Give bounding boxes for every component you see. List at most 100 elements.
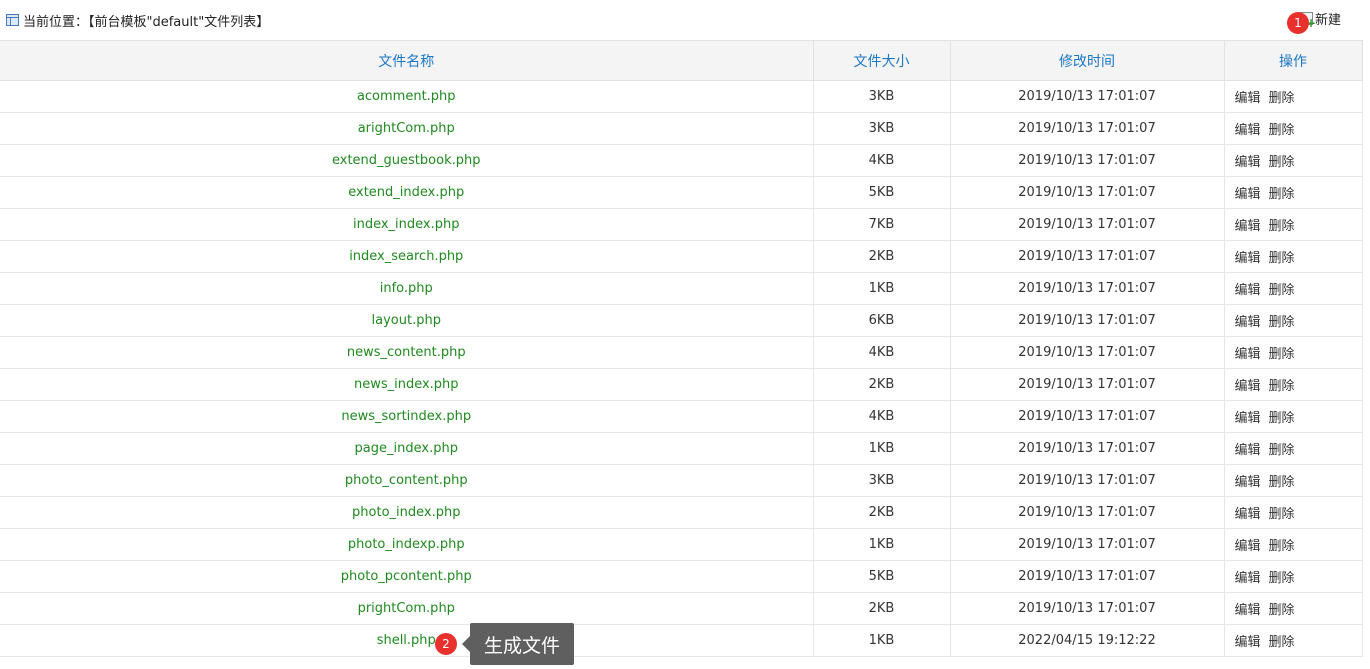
actions-cell: 编辑 删除 — [1224, 240, 1363, 273]
actions-cell: 编辑 删除 — [1224, 560, 1363, 593]
table-row: photo_content.php 3KB 2019/10/13 17:01:07 编… — [0, 464, 1363, 497]
modified-time-cell: 2019/10/13 17:01:07 — [950, 400, 1225, 433]
table-row: prightCom.php 2KB 2019/10/13 17:01:07 编辑 删除 — [0, 592, 1363, 625]
actions-cell: 编辑 删除 — [1224, 112, 1363, 145]
actions-cell: 编辑 删除 — [1224, 368, 1363, 401]
delete-link[interactable]: 删除 — [1269, 155, 1295, 170]
modified-time-cell: 2022/04/15 19:12:22 — [950, 624, 1225, 657]
edit-link[interactable]: 编辑 — [1235, 507, 1261, 522]
actions-cell: 编辑 删除 — [1224, 208, 1363, 241]
file-name-cell: index_search.php — [0, 240, 814, 273]
file-size-cell: 4KB — [813, 400, 951, 433]
step-badge-2: 2 — [435, 633, 457, 655]
modified-time-cell: 2019/10/13 17:01:07 — [950, 208, 1225, 241]
file-name-cell: index_index.php — [0, 208, 814, 241]
table-row: news_sortindex.php 4KB 2019/10/13 17:01:07… — [0, 400, 1363, 433]
file-name-cell: photo_pcontent.php — [0, 560, 814, 593]
modified-time-cell: 2019/10/13 17:01:07 — [950, 80, 1225, 113]
edit-link[interactable]: 编辑 — [1235, 539, 1261, 554]
breadcrumb: 当前位置：【前台模板"default"文件列表】 — [6, 12, 270, 30]
file-name-cell: shell.php — [0, 624, 814, 657]
file-name-cell: extend_guestbook.php — [0, 144, 814, 177]
edit-link[interactable]: 编辑 — [1235, 443, 1261, 458]
edit-link[interactable]: 编辑 — [1235, 347, 1261, 362]
edit-link[interactable]: 编辑 — [1235, 283, 1261, 298]
actions-cell: 编辑 删除 — [1224, 528, 1363, 561]
file-size-cell: 5KB — [813, 560, 951, 593]
delete-link[interactable]: 删除 — [1269, 219, 1295, 234]
actions-cell: 编辑 删除 — [1224, 176, 1363, 209]
edit-link[interactable]: 编辑 — [1235, 411, 1261, 426]
file-size-cell: 1KB — [813, 528, 951, 561]
file-size-cell: 2KB — [813, 368, 951, 401]
delete-link[interactable]: 删除 — [1269, 251, 1295, 266]
file-name-cell: prightCom.php — [0, 592, 814, 625]
delete-link[interactable]: 删除 — [1269, 187, 1295, 202]
edit-link[interactable]: 编辑 — [1235, 315, 1261, 330]
modified-time-cell: 2019/10/13 17:01:07 — [950, 592, 1225, 625]
actions-cell: 编辑 删除 — [1224, 624, 1363, 657]
file-size-cell: 3KB — [813, 464, 951, 497]
modified-time-cell: 2019/10/13 17:01:07 — [950, 304, 1225, 337]
edit-link[interactable]: 编辑 — [1235, 603, 1261, 618]
delete-link[interactable]: 删除 — [1269, 603, 1295, 618]
actions-cell: 编辑 删除 — [1224, 304, 1363, 337]
file-size-cell: 2KB — [813, 592, 951, 625]
table-row: photo_pcontent.php 5KB 2019/10/13 17:01:07… — [0, 560, 1363, 593]
actions-cell: 编辑 删除 — [1224, 400, 1363, 433]
file-name-cell: layout.php — [0, 304, 814, 337]
delete-link[interactable]: 删除 — [1269, 283, 1295, 298]
modified-time-cell: 2019/10/13 17:01:07 — [950, 112, 1225, 145]
delete-link[interactable]: 删除 — [1269, 571, 1295, 586]
actions-cell: 编辑 删除 — [1224, 592, 1363, 625]
breadcrumb-text: 当前位置：【前台模板"default"文件列表】 — [23, 14, 270, 30]
actions-cell: 编辑 删除 — [1224, 432, 1363, 465]
edit-link[interactable]: 编辑 — [1235, 219, 1261, 234]
delete-link[interactable]: 删除 — [1269, 507, 1295, 522]
delete-link[interactable]: 删除 — [1269, 379, 1295, 394]
top-bar: 当前位置：【前台模板"default"文件列表】 新建 — [0, 0, 1370, 40]
edit-link[interactable]: 编辑 — [1235, 571, 1261, 586]
file-size-cell: 4KB — [813, 144, 951, 177]
edit-link[interactable]: 编辑 — [1235, 379, 1261, 394]
modified-time-cell: 2019/10/13 17:01:07 — [950, 560, 1225, 593]
file-name-cell: news_content.php — [0, 336, 814, 369]
delete-link[interactable]: 删除 — [1269, 635, 1295, 650]
file-size-cell: 5KB — [813, 176, 951, 209]
actions-cell: 编辑 删除 — [1224, 144, 1363, 177]
table-icon — [6, 14, 19, 26]
header-actions: 操作 — [1224, 40, 1363, 81]
modified-time-cell: 2019/10/13 17:01:07 — [950, 432, 1225, 465]
file-name-cell: acomment.php — [0, 80, 814, 113]
edit-link[interactable]: 编辑 — [1235, 475, 1261, 490]
edit-link[interactable]: 编辑 — [1235, 155, 1261, 170]
file-name-cell: photo_content.php — [0, 464, 814, 497]
delete-link[interactable]: 删除 — [1269, 347, 1295, 362]
file-name-cell: news_index.php — [0, 368, 814, 401]
edit-link[interactable]: 编辑 — [1235, 187, 1261, 202]
table-row: index_search.php 2KB 2019/10/13 17:01:07 编辑… — [0, 240, 1363, 273]
file-size-cell: 1KB — [813, 272, 951, 305]
modified-time-cell: 2019/10/13 17:01:07 — [950, 528, 1225, 561]
delete-link[interactable]: 删除 — [1269, 411, 1295, 426]
delete-link[interactable]: 删除 — [1269, 123, 1295, 138]
edit-link[interactable]: 编辑 — [1235, 91, 1261, 106]
edit-link[interactable]: 编辑 — [1235, 251, 1261, 266]
file-size-cell: 7KB — [813, 208, 951, 241]
edit-link[interactable]: 编辑 — [1235, 635, 1261, 650]
header-file-name: 文件名称 — [0, 40, 814, 81]
table-row: news_index.php 2KB 2019/10/13 17:01:07 编辑 删除 — [0, 368, 1363, 401]
table-row: acomment.php 3KB 2019/10/13 17:01:07 编辑 删除 — [0, 80, 1363, 113]
delete-link[interactable]: 删除 — [1269, 539, 1295, 554]
delete-link[interactable]: 删除 — [1269, 443, 1295, 458]
actions-cell: 编辑 删除 — [1224, 336, 1363, 369]
file-name-cell: news_sortindex.php — [0, 400, 814, 433]
new-file-label: 新建 — [1315, 13, 1342, 28]
table-row: extend_index.php 5KB 2019/10/13 17:01:07 编辑… — [0, 176, 1363, 209]
annotation-tooltip: 生成文件 — [462, 623, 574, 665]
delete-link[interactable]: 删除 — [1269, 315, 1295, 330]
actions-cell: 编辑 删除 — [1224, 464, 1363, 497]
delete-link[interactable]: 删除 — [1269, 91, 1295, 106]
delete-link[interactable]: 删除 — [1269, 475, 1295, 490]
edit-link[interactable]: 编辑 — [1235, 123, 1261, 138]
